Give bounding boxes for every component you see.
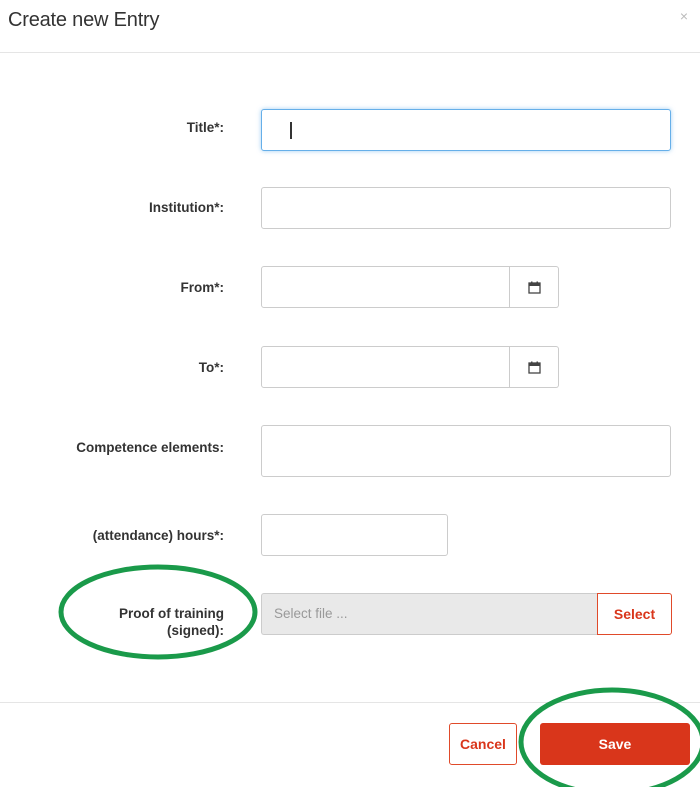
from-date-picker-button[interactable] (510, 266, 559, 308)
cancel-button[interactable]: Cancel (449, 723, 517, 765)
from-date-input[interactable] (261, 266, 510, 308)
close-icon[interactable]: × (680, 8, 688, 24)
title-input[interactable] (261, 109, 671, 151)
calendar-icon (527, 361, 541, 374)
competence-input[interactable] (261, 425, 671, 477)
text-caret (290, 122, 292, 139)
to-date-picker-button[interactable] (510, 346, 559, 388)
proof-label: Proof of training (signed): (4, 605, 224, 639)
dialog-header: Create new Entry × (0, 0, 700, 53)
hours-input[interactable] (261, 514, 448, 556)
footer-divider (0, 702, 700, 703)
select-file-button[interactable]: Select (597, 593, 672, 635)
institution-input[interactable] (261, 187, 671, 229)
file-path-field[interactable]: Select file ... (261, 593, 598, 635)
save-button[interactable]: Save (540, 723, 690, 765)
hours-label: (attendance) hours*: (92, 528, 224, 543)
proof-label-line2: (signed): (167, 623, 224, 638)
to-label: To*: (198, 360, 224, 375)
competence-label: Competence elements: (76, 440, 224, 455)
calendar-icon (527, 281, 541, 294)
dialog-title: Create new Entry (8, 9, 160, 31)
proof-label-line1: Proof of training (119, 606, 224, 621)
institution-label: Institution*: (149, 200, 224, 215)
from-label: From*: (180, 280, 225, 295)
to-date-input[interactable] (261, 346, 510, 388)
create-entry-dialog: Create new Entry × Title*: Institution*:… (0, 0, 700, 787)
title-label: Title*: (186, 120, 224, 135)
